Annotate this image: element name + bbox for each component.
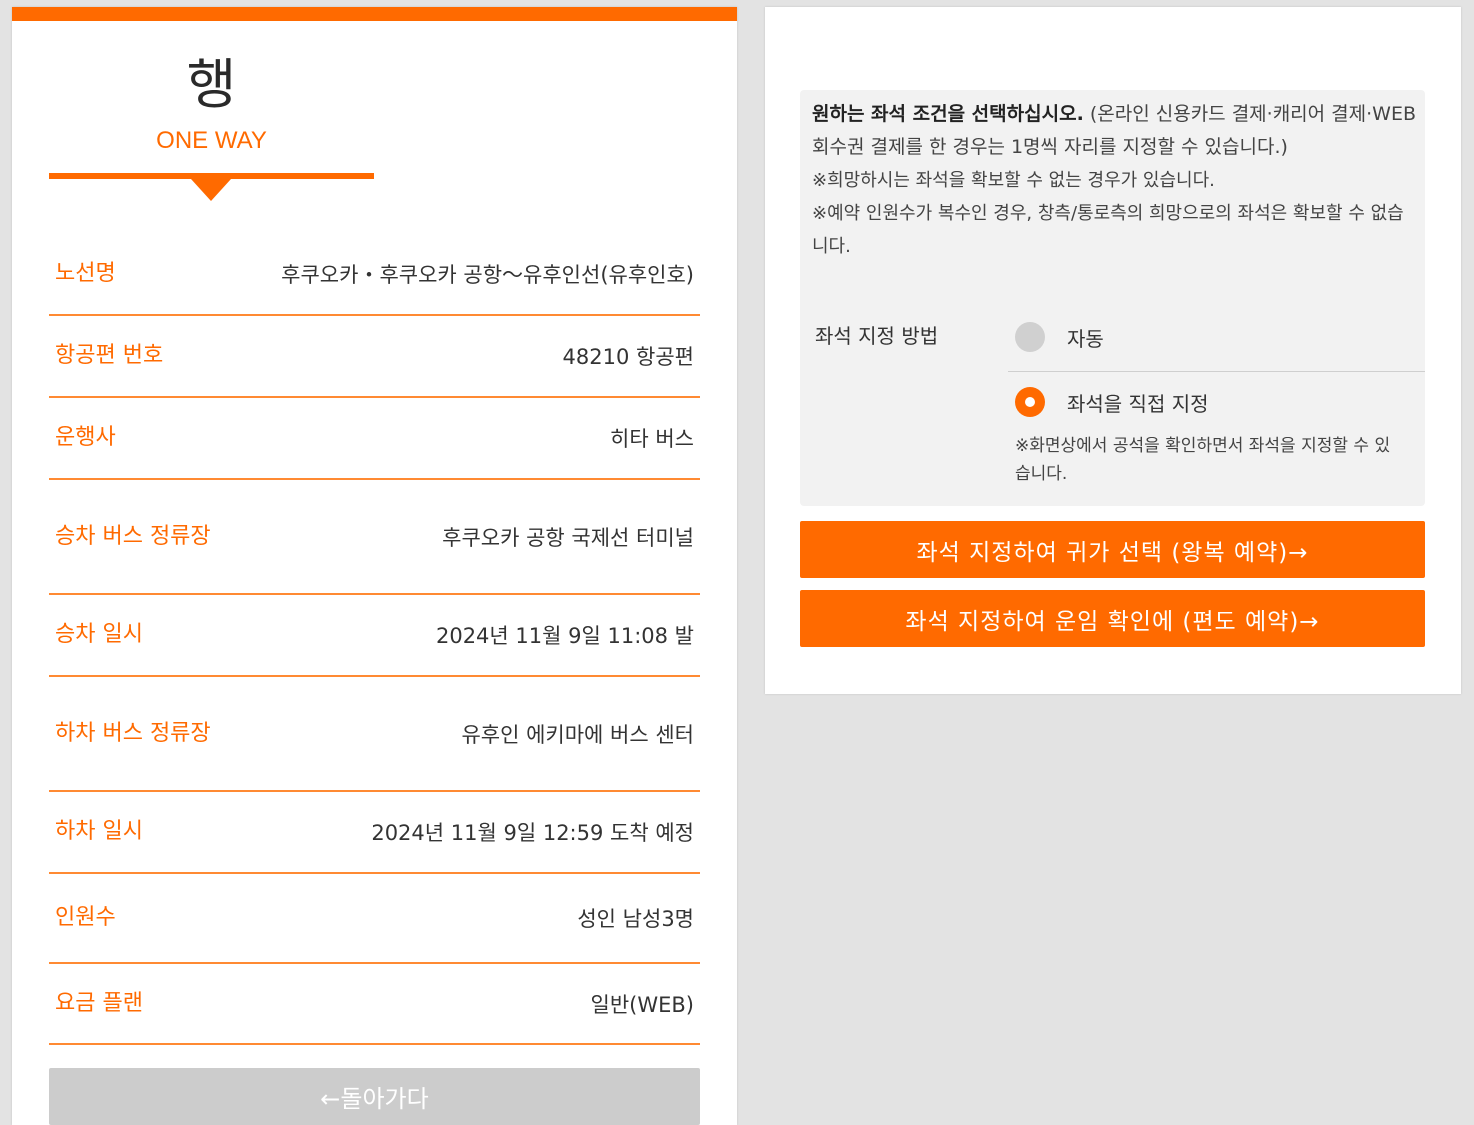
seat-method-label: 좌석 지정 방법 (815, 324, 939, 348)
seat-option-manual-note: ※화면상에서 공석을 확인하면서 좌석을 지정할 수 있습니다. (1015, 436, 1391, 484)
detail-value: 2024년 11월 9일 12:59 도착 예정 (371, 821, 694, 845)
seat-note-group: ※예약 인원수가 복수인 경우, 창측/통로측의 희망으로의 좌석은 확보할 수… (812, 203, 1404, 257)
detail-label: 요금 플랜 (55, 990, 143, 1016)
detail-value: 2024년 11월 9일 11:08 발 (435, 624, 694, 648)
seat-option-auto-label[interactable]: 자동 (1067, 323, 1104, 352)
seat-instructions: 원하는 좌석 조건을 선택하십시오. (온라인 신용카드 결제·캐리어 결제·W… (812, 98, 1417, 263)
detail-row-operator: 운행사 히타 버스 (49, 398, 700, 480)
detail-label: 운행사 (55, 425, 116, 450)
detail-label: 하차 버스 정류장 (55, 720, 211, 746)
detail-label: 하차 일시 (55, 819, 143, 844)
seat-option-auto[interactable]: 자동 (1015, 322, 1104, 352)
detail-value: 일반(WEB) (590, 992, 694, 1017)
option-divider (1008, 371, 1425, 372)
detail-row-alighting-time: 하차 일시 2024년 11월 9일 12:59 도착 예정 (49, 792, 700, 874)
detail-row-fare-plan: 요금 플랜 일반(WEB) (49, 964, 700, 1045)
detail-value: 후쿠오카 공항 국제선 터미널 (442, 525, 694, 550)
detail-row-boarding-time: 승차 일시 2024년 11월 9일 11:08 발 (49, 595, 700, 677)
caret-down-icon (191, 179, 231, 201)
detail-label: 인원수 (55, 905, 116, 930)
trip-details-list: 노선명 후쿠오카・후쿠오카 공항～유후인선(유후인호) 항공편 번호 48210… (49, 234, 700, 1045)
detail-row-flight: 항공편 번호 48210 항공편 (49, 316, 700, 398)
detail-row-passengers: 인원수 성인 남성3명 (49, 874, 700, 964)
detail-label: 노선명 (55, 261, 116, 286)
direction-english: ONE WAY (156, 127, 267, 154)
radio-unchecked-icon[interactable] (1015, 322, 1045, 352)
detail-row-alighting-stop: 하차 버스 정류장 유후인 에키마에 버스 센터 (49, 677, 700, 792)
detail-value: 히타 버스 (610, 427, 694, 451)
seat-selection-card: 원하는 좌석 조건을 선택하십시오. (온라인 신용카드 결제·캐리어 결제·W… (765, 7, 1461, 694)
seat-option-manual[interactable]: 좌석을 직접 지정 (1015, 387, 1209, 417)
back-button[interactable]: ←돌아가다 (49, 1068, 700, 1125)
detail-value: 48210 항공편 (562, 345, 694, 369)
seat-note-availability: ※희망하시는 좌석을 확보할 수 없는 경우가 있습니다. (812, 170, 1215, 191)
seat-condition-box: 원하는 좌석 조건을 선택하십시오. (온라인 신용카드 결제·캐리어 결제·W… (800, 90, 1425, 506)
trip-summary-card: 행 ONE WAY 노선명 후쿠오카・후쿠오카 공항～유후인선(유후인호) 항공… (12, 7, 737, 1125)
direction-header: 행 ONE WAY (49, 21, 374, 221)
detail-value: 후쿠오카・후쿠오카 공항～유후인선(유후인호) (281, 263, 694, 287)
detail-label: 승차 버스 정류장 (55, 523, 211, 549)
detail-label: 항공편 번호 (55, 343, 164, 368)
direction-kanji: 행 (186, 53, 237, 116)
detail-label: 승차 일시 (55, 622, 143, 647)
radio-checked-icon[interactable] (1015, 387, 1045, 417)
seat-instructions-heading: 원하는 좌석 조건을 선택하십시오. (812, 103, 1084, 125)
detail-value: 성인 남성3명 (577, 907, 694, 931)
detail-row-boarding-stop: 승차 버스 정류장 후쿠오카 공항 국제선 터미널 (49, 480, 700, 595)
round-trip-seat-button[interactable]: 좌석 지정하여 귀가 선택 (왕복 예약)→ (800, 521, 1425, 578)
detail-row-route: 노선명 후쿠오카・후쿠오카 공항～유후인선(유후인호) (49, 234, 700, 316)
detail-value: 유후인 에키마에 버스 센터 (461, 722, 694, 747)
one-way-seat-button[interactable]: 좌석 지정하여 운임 확인에 (편도 예약)→ (800, 590, 1425, 647)
seat-option-manual-label[interactable]: 좌석을 직접 지정 (1067, 388, 1209, 417)
